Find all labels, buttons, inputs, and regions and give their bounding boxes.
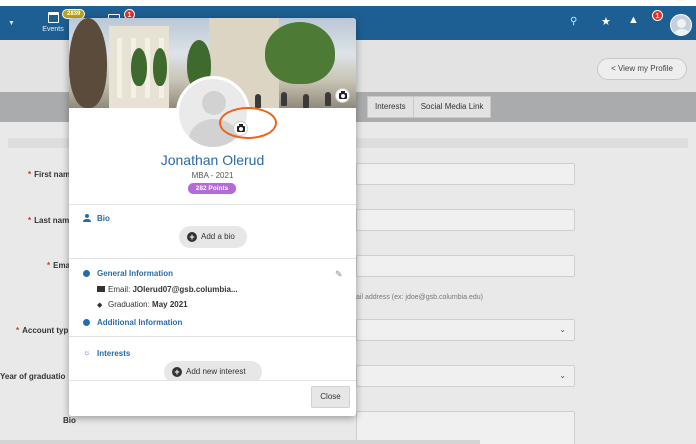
email-label: * Ema bbox=[47, 261, 71, 270]
avatar-placeholder-head bbox=[202, 91, 226, 115]
add-bio-button[interactable]: + Add a bio bbox=[179, 226, 247, 248]
bio-label: Bio bbox=[63, 416, 76, 425]
info-icon bbox=[83, 319, 90, 326]
calendar-icon bbox=[47, 12, 59, 23]
graduation-year-select[interactable]: ⌄ bbox=[356, 365, 575, 387]
nav-menu-arrow-icon[interactable]: ▼ bbox=[8, 20, 15, 27]
lightbulb-icon: ☼ bbox=[83, 348, 91, 357]
camera-icon bbox=[339, 91, 347, 99]
view-my-profile-button[interactable]: < View my Profile bbox=[597, 58, 687, 80]
user-avatar[interactable] bbox=[670, 14, 692, 36]
cover-person bbox=[303, 94, 309, 108]
account-type-select[interactable]: ⌄ bbox=[356, 319, 575, 341]
graduation-value: May 2021 bbox=[152, 300, 188, 309]
plus-circle-icon: + bbox=[172, 367, 182, 377]
search-icon[interactable]: ⚲ bbox=[570, 16, 577, 27]
star-icon[interactable]: ★ bbox=[601, 15, 611, 28]
email-hint: ail address (ex: jdoe@gsb.columbia.edu) bbox=[356, 294, 483, 301]
cover-tree-trunk bbox=[69, 18, 107, 108]
first-name-label: * First nam bbox=[28, 170, 71, 179]
profile-name: Jonathan Olerud bbox=[160, 152, 265, 168]
email-info-line: Email: JOlerud07@gsb.columbia... bbox=[97, 285, 238, 294]
email-input[interactable] bbox=[356, 255, 575, 277]
tab-social-media-link[interactable]: Social Media Link bbox=[412, 97, 491, 117]
close-button[interactable]: Close bbox=[311, 386, 350, 408]
graduation-cap-icon: ◆ bbox=[97, 302, 103, 309]
divider bbox=[69, 204, 356, 205]
cover-person bbox=[255, 94, 261, 108]
bio-section-title: Bio bbox=[97, 214, 110, 223]
cover-shrub bbox=[131, 48, 147, 86]
plus-circle-icon: + bbox=[187, 232, 197, 242]
horizontal-scrollbar[interactable] bbox=[0, 440, 480, 444]
cover-person bbox=[281, 92, 287, 106]
profile-tabs: Interests Social Media Link bbox=[367, 96, 492, 118]
email-value: JOlerud07@gsb.columbia... bbox=[132, 285, 238, 294]
add-interest-label: Add new interest bbox=[186, 367, 246, 376]
cover-shrub bbox=[153, 48, 167, 86]
person-icon bbox=[83, 214, 91, 222]
points-badge: 282 Points bbox=[188, 183, 236, 194]
chevron-down-icon: ⌄ bbox=[559, 371, 566, 380]
cover-column bbox=[117, 38, 122, 98]
add-bio-label: Add a bio bbox=[201, 232, 235, 241]
chevron-down-icon: ⌄ bbox=[559, 325, 566, 334]
account-type-label: * Account typ bbox=[16, 326, 69, 335]
last-name-input[interactable] bbox=[356, 209, 575, 231]
graduation-info-line: ◆ Graduation: May 2021 bbox=[97, 300, 188, 309]
cover-tree bbox=[265, 22, 335, 84]
nav-events-label: Events bbox=[42, 26, 64, 33]
pencil-icon[interactable]: ✎ bbox=[335, 269, 343, 280]
cover-person bbox=[325, 92, 331, 106]
notifications-badge: 1 bbox=[652, 10, 663, 21]
profile-program: MBA - 2021 bbox=[191, 171, 234, 180]
interests-section-title: Interests bbox=[97, 349, 131, 358]
additional-info-title: Additional Information bbox=[97, 318, 183, 327]
graduation-year-label: Year of graduatio bbox=[0, 372, 66, 381]
highlight-annotation-circle bbox=[219, 107, 277, 139]
tab-interests[interactable]: Interests bbox=[368, 97, 413, 117]
divider bbox=[69, 258, 356, 259]
info-icon bbox=[83, 270, 90, 277]
last-name-label: * Last nam bbox=[28, 216, 70, 225]
divider bbox=[69, 336, 356, 337]
bell-icon[interactable]: ▲ bbox=[628, 14, 639, 26]
profile-modal: Jonathan Olerud MBA - 2021 282 Points Bi… bbox=[69, 18, 356, 416]
general-info-title: General Information bbox=[97, 269, 174, 278]
envelope-icon bbox=[97, 286, 105, 292]
cover-camera-button[interactable] bbox=[335, 88, 350, 103]
first-name-input[interactable] bbox=[356, 163, 575, 185]
